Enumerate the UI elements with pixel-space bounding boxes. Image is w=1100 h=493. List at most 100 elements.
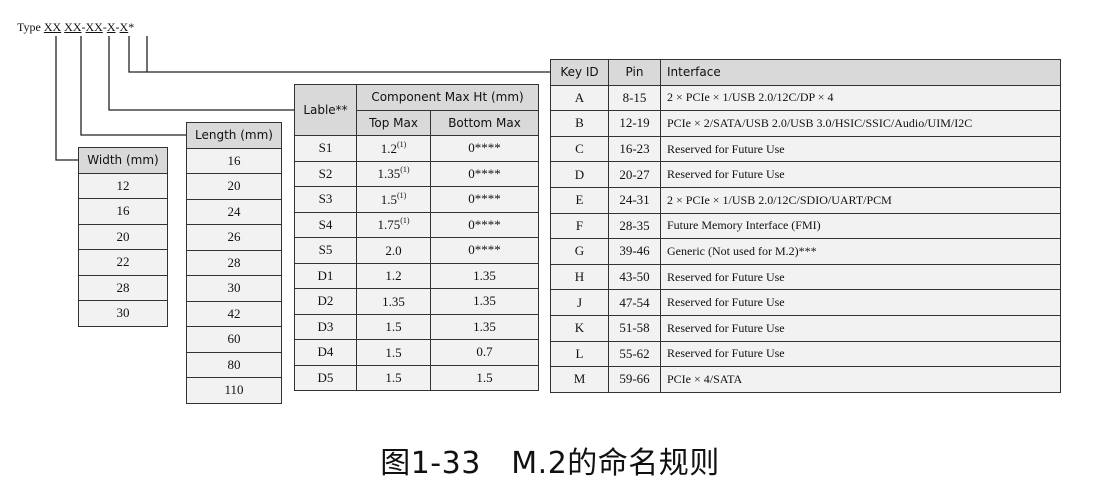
pin-cell: 51-58 xyxy=(608,314,661,342)
key-row: E 24-31 2 × PCIe × 1/USB 2.0/12C/SDIO/UART… xyxy=(550,186,1061,214)
top-max-cell: 1.2(1) xyxy=(356,135,431,162)
top-max-value: 1.5 xyxy=(385,344,402,360)
top-max-note: (1) xyxy=(400,165,410,175)
component-label: S2 xyxy=(294,160,357,187)
top-max-note: (1) xyxy=(396,190,407,200)
length-cell: 80 xyxy=(186,351,282,378)
key-id-cell: K xyxy=(550,314,609,342)
connector-width xyxy=(55,36,80,161)
component-label: D5 xyxy=(294,364,357,391)
top-max-cell: 2.0 xyxy=(356,237,431,264)
pin-cell: 16-23 xyxy=(608,135,661,163)
top-max-value: 1.5 xyxy=(385,370,402,386)
interface-cell: Future Memory Interface (FMI) xyxy=(660,212,1061,240)
key-row: A 8-15 2 × PCIe × 1/USB 2.0/12C/DP × 4 xyxy=(550,84,1061,112)
label-header: Lable** xyxy=(294,84,357,136)
top-max-cell: 1.2 xyxy=(356,262,431,289)
figure-caption: 图1-33 M.2的命名规则 xyxy=(380,446,720,481)
pin-cell: 47-54 xyxy=(608,289,661,316)
key-id-header: Key ID xyxy=(550,59,609,86)
component-label: S3 xyxy=(294,186,357,213)
connector-length xyxy=(80,36,188,136)
bottom-max-cell: 1.35 xyxy=(429,288,540,315)
top-max-note: (1) xyxy=(396,139,407,149)
key-row: H 43-50 Reserved for Future Use xyxy=(550,263,1061,291)
bottom-max-cell: 1.35 xyxy=(429,313,540,340)
key-id-cell: G xyxy=(550,238,609,265)
component-max-header: Component Max Ht (mm) xyxy=(355,84,540,111)
key-row: G 39-46 Generic (Not used for M.2)*** xyxy=(550,238,1061,265)
top-max-value: 1.35 xyxy=(382,293,405,309)
length-cell: 42 xyxy=(186,300,282,327)
length-cell: 20 xyxy=(186,173,282,200)
length-cell: 24 xyxy=(186,198,282,225)
length-cell: 26 xyxy=(186,224,282,251)
width-header: Width (mm) xyxy=(78,147,168,174)
length-cell: 60 xyxy=(186,326,282,353)
top-max-value: 1.35 xyxy=(377,166,401,182)
interface-cell: Reserved for Future Use xyxy=(660,314,1061,342)
bottom-max-cell: 0.7 xyxy=(429,339,540,366)
width-cell: 30 xyxy=(78,300,168,327)
component-label: D2 xyxy=(294,288,357,315)
interface-cell: PCIe × 4/SATA xyxy=(660,366,1061,393)
component-label: D3 xyxy=(294,313,357,340)
top-max-value: 1.75 xyxy=(377,217,401,233)
key-id-cell: F xyxy=(550,212,609,240)
key-row: K 51-58 Reserved for Future Use xyxy=(550,314,1061,342)
top-max-value: 1.2 xyxy=(380,140,397,156)
pin-cell: 12-19 xyxy=(608,110,661,137)
bottom-max-header: Bottom Max xyxy=(429,109,540,136)
key-row: M 59-66 PCIe × 4/SATA xyxy=(550,366,1061,393)
interface-header: Interface xyxy=(660,59,1061,86)
component-row: S3 1.5(1) 0**** xyxy=(294,186,540,213)
length-table: Length (mm) 16 20 24 26 28 30 42 60 80 1… xyxy=(186,122,282,404)
top-max-value: 1.5 xyxy=(380,191,397,207)
component-row: S2 1.35(1) 0**** xyxy=(294,160,540,187)
component-row: D4 1.5 0.7 xyxy=(294,339,540,366)
interface-cell: Reserved for Future Use xyxy=(660,161,1061,188)
top-max-cell: 1.5 xyxy=(356,364,431,391)
width-cell: 20 xyxy=(78,223,168,250)
component-height-table: Lable** Component Max Ht (mm) Top Max Bo… xyxy=(294,84,540,391)
component-row: D1 1.2 1.35 xyxy=(294,262,540,289)
connector-key1 xyxy=(128,36,552,73)
key-row: F 28-35 Future Memory Interface (FMI) xyxy=(550,212,1061,240)
key-id-cell: E xyxy=(550,186,609,214)
width-cell: 22 xyxy=(78,249,168,276)
pin-cell: 55-62 xyxy=(608,340,661,368)
component-row: D5 1.5 1.5 xyxy=(294,364,540,391)
bottom-max-cell: 0**** xyxy=(429,135,540,162)
pin-cell: 59-66 xyxy=(608,366,661,393)
key-row: B 12-19 PCIe × 2/SATA/USB 2.0/USB 3.0/HSIC… xyxy=(550,110,1061,137)
bottom-max-cell: 0**** xyxy=(429,211,540,238)
interface-cell: 2 × PCIe × 1/USB 2.0/12C/DP × 4 xyxy=(660,84,1061,112)
top-max-value: 1.5 xyxy=(385,319,402,335)
component-label: S5 xyxy=(294,237,357,264)
key-id-cell: A xyxy=(550,84,609,112)
key-id-cell: H xyxy=(550,263,609,291)
bottom-max-cell: 0**** xyxy=(429,160,540,187)
pin-cell: 8-15 xyxy=(608,84,661,112)
key-id-cell: M xyxy=(550,366,609,393)
component-row: D2 1.35 1.35 xyxy=(294,288,540,315)
length-cell: 28 xyxy=(186,249,282,276)
key-row: D 20-27 Reserved for Future Use xyxy=(550,161,1061,188)
length-cell: 16 xyxy=(186,147,282,174)
key-row: L 55-62 Reserved for Future Use xyxy=(550,340,1061,368)
width-cell: 16 xyxy=(78,198,168,225)
connector-height xyxy=(108,36,296,111)
width-cell: 28 xyxy=(78,274,168,301)
bottom-max-cell: 1.5 xyxy=(429,364,540,391)
pin-cell: 43-50 xyxy=(608,263,661,291)
component-label: S4 xyxy=(294,211,357,238)
pin-cell: 20-27 xyxy=(608,161,661,188)
width-table: Width (mm) 12 16 20 22 28 30 xyxy=(78,147,168,327)
key-row: C 16-23 Reserved for Future Use xyxy=(550,135,1061,163)
top-max-cell: 1.5 xyxy=(356,313,431,340)
bottom-max-cell: 1.35 xyxy=(429,262,540,289)
top-max-header: Top Max xyxy=(356,109,431,136)
component-label: S1 xyxy=(294,135,357,162)
top-max-cell: 1.5(1) xyxy=(356,186,431,213)
top-max-value: 1.2 xyxy=(385,268,402,284)
